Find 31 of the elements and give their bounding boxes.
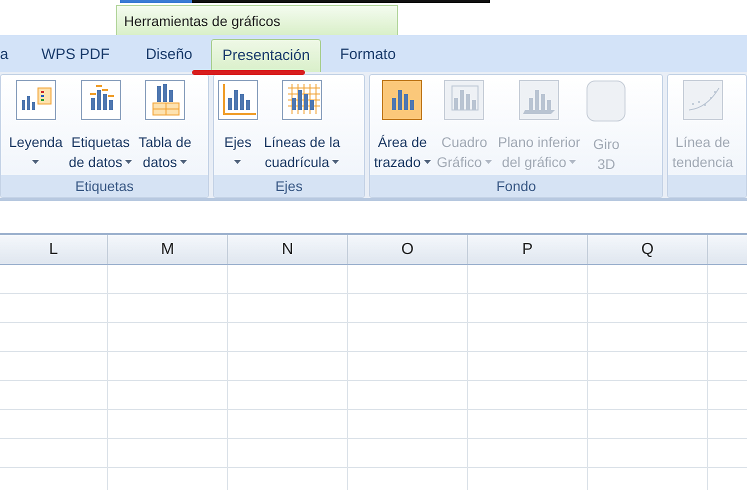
context-tab-header: Herramientas de gráficos: [116, 5, 398, 35]
ribbon-button[interactable]: Tabla de datos: [136, 75, 194, 175]
chart-wall-icon: [444, 80, 484, 120]
ribbon-tab[interactable]: a: [0, 39, 8, 72]
group-label: Ejes: [214, 175, 364, 197]
data-labels-icon: [80, 80, 121, 120]
ribbon-button[interactable]: Líneas de la cuadrícula: [262, 75, 342, 175]
chart-floor-icon: [519, 80, 560, 120]
trendline-icon: [682, 80, 723, 120]
column-header[interactable]: Q: [588, 235, 708, 264]
ribbon-button[interactable]: Área de trazado: [372, 75, 433, 175]
ribbon-button[interactable]: Ejes: [216, 75, 260, 175]
cube-icon: [586, 80, 626, 122]
column-header[interactable]: L: [0, 235, 108, 264]
ribbon-tab[interactable]: Diseño: [142, 39, 196, 72]
ribbon-tab[interactable]: Formato: [338, 39, 397, 72]
column-header[interactable]: P: [468, 235, 588, 264]
legend-icon: [16, 80, 56, 120]
group-label: Etiquetas: [1, 175, 208, 197]
column-header[interactable]: M: [108, 235, 228, 264]
group-label: Fondo: [370, 175, 662, 197]
ribbon-tab[interactable]: WPS PDF: [38, 39, 113, 72]
ribbon-tab[interactable]: Presentación: [211, 39, 321, 72]
column-header[interactable]: O: [348, 235, 468, 264]
data-table-icon: [144, 80, 185, 120]
gridlines-icon: [282, 80, 322, 120]
axes-icon: [218, 80, 258, 120]
ribbon-button[interactable]: Etiquetas de datos: [66, 75, 134, 175]
column-header[interactable]: N: [228, 235, 348, 264]
plot-area-icon: [382, 80, 422, 120]
ribbon-button[interactable]: Leyenda: [7, 75, 65, 175]
